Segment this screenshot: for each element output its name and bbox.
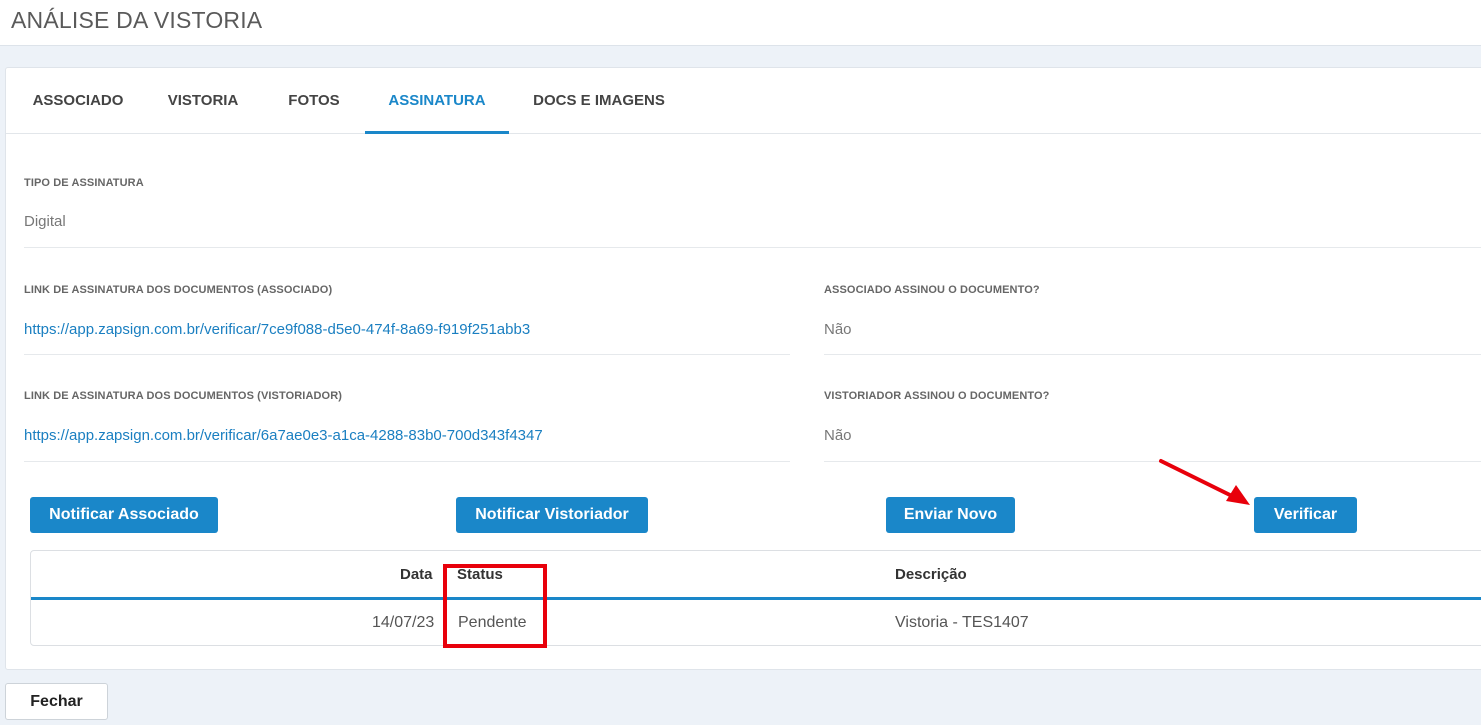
tab-docs-e-imagens[interactable]: DOCS E IMAGENS [531,68,667,134]
page-header: ANÁLISE DA VISTORIA [0,0,1481,46]
tab-assinatura[interactable]: ASSINATURA [365,68,509,134]
link-vistoriador[interactable]: https://app.zapsign.com.br/verificar/6a7… [24,427,543,444]
associado-assinou-label: ASSOCIADO ASSINOU O DOCUMENTO? [824,284,1040,296]
annotation-highlight-box [443,564,547,648]
column-header-data: Data [400,566,433,583]
divider [824,354,1481,355]
divider [24,461,790,462]
tab-vistoria[interactable]: VISTORIA [165,68,241,134]
column-header-descricao: Descrição [895,566,967,583]
tab-associado[interactable]: ASSOCIADO [30,68,126,134]
divider [824,461,1481,462]
link-vistoriador-label: LINK DE ASSINATURA DOS DOCUMENTOS (VISTO… [24,390,343,402]
tipo-assinatura-label: TIPO DE ASSINATURA [24,177,144,189]
notificar-associado-button[interactable]: Notificar Associado [30,497,218,533]
divider [24,247,1481,248]
table-header-divider [31,597,1481,600]
vistoriador-assinou-label: VISTORIADOR ASSINOU O DOCUMENTO? [824,390,1050,402]
row-data-cell: 14/07/23 [372,614,435,631]
notificar-vistoriador-button[interactable]: Notificar Vistoriador [456,497,648,533]
link-associado[interactable]: https://app.zapsign.com.br/verificar/7ce… [24,321,530,338]
link-associado-label: LINK DE ASSINATURA DOS DOCUMENTOS (ASSOC… [24,284,333,296]
verificar-button[interactable]: Verificar [1254,497,1357,533]
divider [24,354,790,355]
associado-assinou-value: Não [824,321,852,338]
row-descricao-cell: Vistoria - TES1407 [895,614,1029,631]
enviar-novo-button[interactable]: Enviar Novo [886,497,1015,533]
tipo-assinatura-value: Digital [24,213,66,230]
tab-fotos[interactable]: FOTOS [284,68,344,134]
history-table: Data Status Descrição 14/07/23 Pendente … [30,550,1481,646]
annotation-arrow-icon [1159,459,1250,505]
fechar-button[interactable]: Fechar [5,683,108,720]
page-title: ANÁLISE DA VISTORIA [11,7,263,33]
vistoriador-assinou-value: Não [824,427,852,444]
tab-bar: ASSOCIADO VISTORIA FOTOS ASSINATURA DOCS… [6,68,1481,134]
